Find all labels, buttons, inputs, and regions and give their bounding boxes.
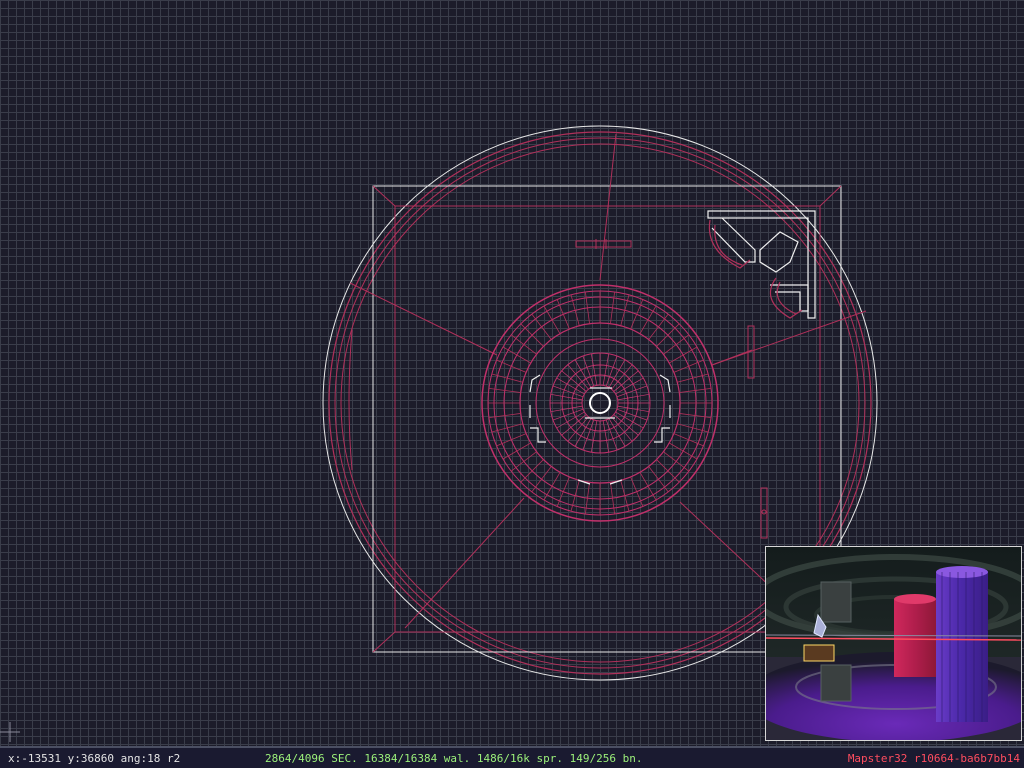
cylinder-spoke: [510, 451, 537, 472]
cylinder-spoke: [543, 305, 561, 334]
right-guide-line: [711, 349, 753, 366]
map-statistics: 2864/4096 SEC. 16384/16384 wal. 1486/16k…: [265, 752, 643, 765]
cylinder-spoke: [543, 472, 561, 501]
corner-room[interactable]: [707, 210, 816, 319]
3d-preview-inset[interactable]: [765, 546, 1022, 741]
cylinder-spoke: [648, 466, 669, 493]
right-vertical-bars[interactable]: [747, 325, 768, 539]
crosshair-icon: [0, 722, 20, 742]
cylinder-spoke: [669, 442, 698, 460]
cylinder-spoke: [510, 334, 537, 355]
cylinder-spoke: [520, 459, 544, 483]
cylinder-spoke: [502, 442, 531, 460]
status-bar: x:-13531 y:36860 ang:18 r2 2864/4096 SEC…: [0, 746, 1024, 768]
left-arc-marker: [348, 329, 353, 471]
cylinder-spoke: [648, 313, 669, 340]
cylinder-inner-spokes: [550, 353, 650, 453]
cylinder-spoke: [531, 313, 552, 340]
cylinder-spoke: [639, 472, 657, 501]
cylinder-spokes: [488, 291, 712, 515]
cylinder-spoke: [639, 305, 657, 334]
cylinder-spoke: [531, 466, 552, 493]
cylinder-spoke: [663, 334, 690, 355]
version-label: Mapster32 r10664-ba6b7bb14: [847, 752, 1020, 765]
cylinder-spoke: [656, 323, 680, 347]
cylinder-spoke: [663, 451, 690, 472]
cylinder-spoke: [669, 346, 698, 364]
3d-preview-render: [766, 547, 1021, 740]
cylinder-spoke: [656, 459, 680, 483]
map-editor-2d-view[interactable]: [0, 0, 1024, 746]
cursor-coordinates: x:-13531 y:36860 ang:18 r2: [8, 752, 181, 765]
mapster-window: x:-13531 y:36860 ang:18 r2 2864/4096 SEC…: [0, 0, 1024, 768]
cylinder-spoke: [502, 346, 531, 364]
cylinder-spoke: [520, 323, 544, 347]
